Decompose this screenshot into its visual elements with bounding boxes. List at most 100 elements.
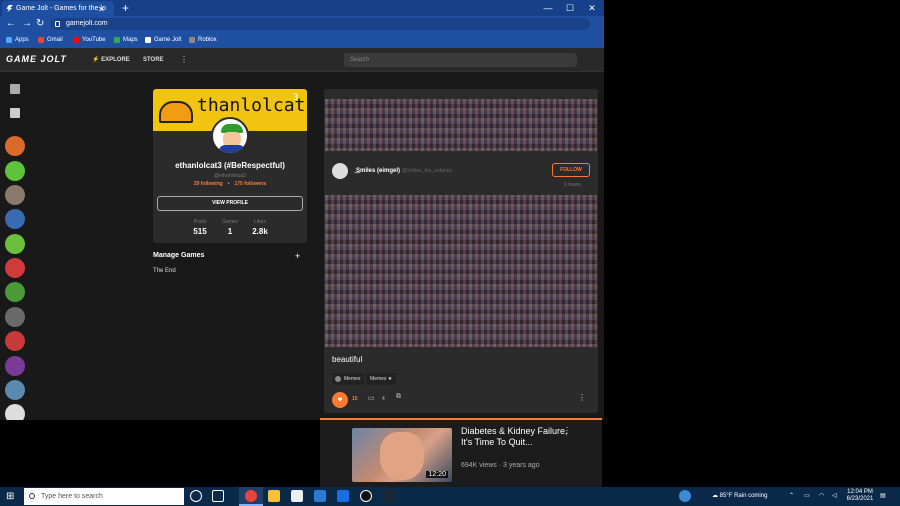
new-tab-button[interactable]: + [122,0,129,16]
view-profile-button[interactable]: VIEW PROFILE [157,196,303,211]
community-icon[interactable] [5,404,25,420]
avatar-face [223,132,241,146]
banner-text: thanlolcat [197,95,306,116]
post-image[interactable] [325,195,597,347]
community-icon[interactable] [5,307,25,327]
apps-grid-icon [6,37,12,43]
youtube-video-card[interactable]: 12:20 Diabetes & Kidney Failure, It's Ti… [320,420,602,488]
tab-close-icon[interactable]: ✕ [98,2,105,16]
search-icon [29,493,35,499]
like-count: 15 [352,396,358,402]
gamejolt-page: GAME JOLT ⚡ EXPLORE STORE ⋮ Search thanl… [0,48,604,420]
community-icon[interactable] [5,136,25,156]
nav-store[interactable]: STORE [143,48,164,72]
share-icon[interactable]: ⧉ [396,393,401,401]
tag-memes-channel[interactable]: Memes ★ [366,373,397,385]
roblox-icon [189,37,195,43]
banner-superscript: 3 [293,93,299,103]
help-icon[interactable] [679,490,691,502]
notifications-icon[interactable]: ▤ [880,487,886,506]
bookmark-apps[interactable]: Apps [6,32,29,48]
maps-icon [114,37,120,43]
game-item[interactable]: The End [153,268,176,274]
like-heart-icon[interactable]: ♥ [332,392,348,408]
gamejolt-logo[interactable]: GAME JOLT [6,54,67,64]
community-icon[interactable] [5,185,25,205]
forward-icon[interactable]: → [22,16,32,32]
tab-bar: Game Jolt - Games for the lo ✕ + — ☐ ✕ [0,0,604,16]
browser-tab-gamejolt[interactable]: Game Jolt - Games for the lo ✕ [2,1,114,16]
video-more-icon[interactable]: ⋮ [563,426,571,435]
dropbox-icon[interactable] [337,490,349,502]
comment-icon[interactable]: ▭ [368,394,375,402]
community-icon[interactable] [5,380,25,400]
community-icon[interactable] [5,234,25,254]
follow-counts: 29 following • 175 followers [153,181,307,187]
bookmark-maps[interactable]: Maps [114,32,138,48]
search-input[interactable]: Search [344,53,577,67]
community-icon[interactable] [5,356,25,376]
maximize-button[interactable]: ☐ [560,0,580,16]
author-name[interactable]: ͟Smiles (eimgel) @Smiles_the_unfunny [356,168,452,174]
bookmarks-bar: Apps Gmail YouTube Maps Game Jolt Roblox [0,32,604,48]
video-title[interactable]: Diabetes & Kidney Failure, It's Time To … [461,426,571,448]
followers-link[interactable]: 175 followers [234,181,266,187]
lock-icon [55,21,60,27]
bookmark-gamejolt[interactable]: Game Jolt [145,32,181,48]
library-icon[interactable] [10,108,20,118]
post-card: ͟Smiles (eimgel) @Smiles_the_unfunny FOL… [324,89,598,413]
community-icon[interactable] [5,282,25,302]
thumbnail-face [380,432,424,480]
community-icon[interactable] [5,331,25,351]
taskbar-clock[interactable]: 12:04 PM 6/23/2021 [845,489,875,503]
nav-explore[interactable]: ⚡ EXPLORE [92,48,130,72]
stat-likes[interactable]: Likes 2.8k [240,219,280,236]
minimize-button[interactable]: — [538,0,558,16]
community-icon[interactable] [5,209,25,229]
community-tag-icon [335,376,341,382]
community-icon[interactable] [5,258,25,278]
manage-games-title: Manage Games [153,252,205,259]
close-window-button[interactable]: ✕ [582,0,602,16]
cortana-icon[interactable] [190,490,202,502]
reload-icon[interactable]: ↻ [36,16,44,32]
community-icon[interactable] [5,161,25,181]
video-thumbnail[interactable]: 12:20 [352,428,452,482]
gamejolt-favicon-icon [6,5,13,12]
windows-taskbar: ⊞ Type here to search ☁ 85°F Rain coming… [0,487,900,506]
weather-widget[interactable]: ☁ 85°F Rain coming [712,487,767,506]
back-icon[interactable]: ← [6,16,16,32]
mail-icon[interactable] [314,490,326,502]
profile-name: ethanlolcat3 (#BeRespectful) [175,161,285,170]
windows-start-icon[interactable]: ⊞ [6,491,14,502]
bookmark-roblox[interactable]: Roblox [189,32,217,48]
author-avatar[interactable] [332,163,348,179]
store-icon[interactable] [291,490,303,502]
taskbar-search-input[interactable]: Type here to search [24,488,184,505]
activity-icon[interactable] [10,84,20,94]
steam-icon[interactable] [383,490,395,502]
wifi-icon[interactable]: ◠ [819,487,824,506]
file-explorer-icon[interactable] [268,490,280,502]
follow-button[interactable]: FOLLOW [552,163,590,177]
bookmark-gmail[interactable]: Gmail [38,32,63,48]
post-more-icon[interactable]: ⋮ [578,393,586,402]
cap-icon [159,101,193,123]
avatar[interactable] [211,117,249,155]
header-image[interactable] [325,99,597,151]
following-link[interactable]: 29 following [194,181,223,187]
more-menu-icon[interactable]: ⋮ [180,48,188,72]
url-text: gamejolt.com [66,20,108,27]
gamejolt-topbar: GAME JOLT ⚡ EXPLORE STORE ⋮ Search [0,48,604,72]
address-bar[interactable]: gamejolt.com [50,18,590,30]
chevron-up-icon[interactable]: ⌃ [789,487,794,506]
network-icon[interactable]: ▭ [804,487,810,506]
gmail-icon [38,37,44,43]
tag-memes[interactable]: Memes [332,373,365,385]
volume-icon[interactable]: ◁ [832,487,837,506]
add-game-button[interactable]: + [295,251,300,261]
chrome-icon[interactable] [245,490,257,502]
obs-icon[interactable] [360,490,372,502]
bookmark-youtube[interactable]: YouTube [73,32,106,48]
task-view-icon[interactable] [212,490,224,502]
